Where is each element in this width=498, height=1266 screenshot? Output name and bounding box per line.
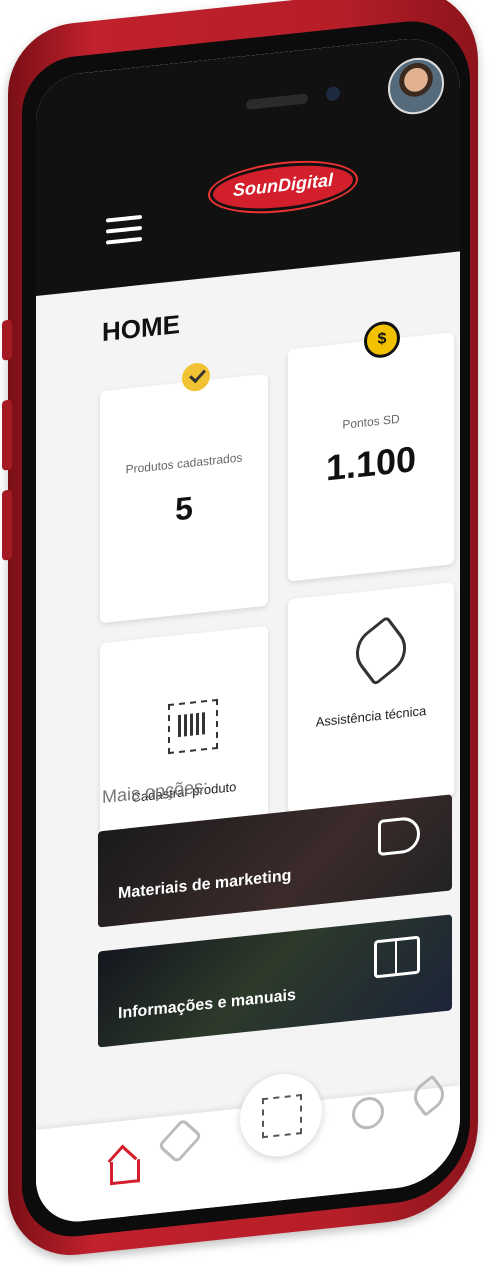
silent-switch [2, 319, 12, 361]
marketing-materials-label: Materiais de marketing [118, 867, 292, 903]
points-label: Pontos SD [342, 411, 400, 432]
products-registered-value: 5 [175, 489, 193, 528]
volume-down-button [2, 489, 12, 561]
products-registered-card: Produtos cadastrados 5 [100, 361, 268, 624]
tag-icon[interactable] [157, 1117, 203, 1164]
points-value: 1.100 [325, 438, 417, 489]
manuals-banner[interactable]: Informações e manuais [98, 914, 452, 1048]
home-icon[interactable] [104, 1147, 144, 1191]
points-card: $ Pontos SD 1.100 [288, 319, 454, 582]
medal-check-icon [182, 361, 210, 393]
scan-barcode-button[interactable] [240, 1069, 322, 1161]
user-avatar[interactable] [388, 55, 444, 118]
wrench-icon [346, 615, 416, 687]
barcode-scan-icon [262, 1094, 302, 1139]
megaphone-icon [378, 815, 420, 857]
award-icon[interactable] [352, 1095, 384, 1131]
app-screen: SounDigital HOME Produtos cadastrados 5 … [36, 33, 460, 1227]
technical-support-button[interactable]: Assistência técnica [288, 582, 454, 814]
front-camera [326, 86, 340, 102]
brand-logo: SounDigital [210, 156, 356, 218]
coin-icon: $ [364, 319, 400, 360]
products-registered-label: Produtos cadastrados [125, 450, 243, 477]
brand-logo-text: SounDigital [233, 169, 333, 201]
app-header: SounDigital [36, 33, 460, 297]
earpiece-speaker [246, 93, 308, 110]
volume-up-button [2, 399, 12, 471]
technical-support-label: Assistência técnica [315, 702, 427, 730]
page-title: HOME [102, 308, 180, 348]
hamburger-menu-icon[interactable] [106, 214, 142, 252]
barcode-icon [168, 698, 218, 755]
book-gear-icon [374, 935, 420, 979]
manuals-label: Informações e manuais [118, 986, 296, 1023]
wrench-icon[interactable] [408, 1074, 450, 1117]
